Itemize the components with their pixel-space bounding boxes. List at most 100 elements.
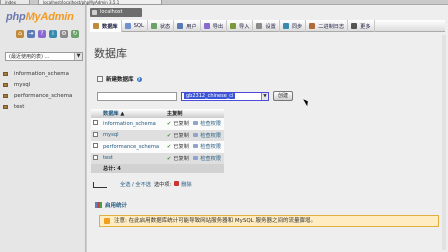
check-privileges-link[interactable]: 检查权限 <box>191 129 224 141</box>
sort-arrow-icon: ▲ <box>120 111 125 117</box>
logo-my: My <box>25 11 41 23</box>
delete-link[interactable]: 删除 <box>174 181 192 188</box>
tab-databases[interactable]: 数据库 <box>90 20 122 32</box>
status-icon <box>150 23 157 29</box>
select-all-link[interactable]: 全选 / 全不选 <box>120 181 151 188</box>
tab-binary-log[interactable]: 二进制日志 <box>306 20 349 32</box>
sql-icon <box>124 23 131 29</box>
database-name-link[interactable]: information_schema <box>101 118 165 130</box>
table-row: performance_schema ✔ 已复制 检查权限 <box>91 141 224 153</box>
bulk-actions: 全选 / 全不选 选中项: 删除 <box>93 181 192 188</box>
row-checkbox[interactable] <box>93 154 98 160</box>
privileges-icon <box>193 121 199 126</box>
tab-synchronize[interactable]: 同步 <box>280 20 307 32</box>
tab-more[interactable]: 更多 <box>348 20 375 32</box>
collation-value: gb2312_chinese_ci <box>184 92 236 99</box>
tab-label: 导出 <box>212 23 224 30</box>
recent-tables-select[interactable]: (最近使用的表) ... ▼ <box>5 52 83 61</box>
chevron-down-icon: ▼ <box>261 92 268 100</box>
create-database-form: gb2312_chinese_ci ▼ 创建 <box>97 91 294 101</box>
tab-label: 状态 <box>159 23 171 30</box>
new-database-icon <box>97 76 103 82</box>
replicated-cell: ✔ 已复制 <box>164 118 192 130</box>
database-name-link[interactable]: performance_schema <box>101 141 165 153</box>
privileges-icon <box>193 155 199 160</box>
row-checkbox[interactable] <box>93 120 98 126</box>
query-window-icon[interactable]: ? <box>38 30 46 38</box>
log-icon <box>309 23 316 29</box>
tab-import[interactable]: 导入 <box>227 20 254 32</box>
warning-icon <box>104 218 110 224</box>
row-checkbox-cell <box>91 129 101 141</box>
sidebar-db-item[interactable]: information_schema <box>3 68 72 79</box>
reload-icon[interactable]: ↻ <box>71 30 79 38</box>
collation-select[interactable]: gb2312_chinese_ci ▼ <box>181 91 269 101</box>
check-privileges-link[interactable]: 检查权限 <box>191 141 224 153</box>
check-icon: ✔ <box>166 132 172 139</box>
navigation-panel: phpMyAdmin ⌂ ⇥ ? i ⚙ ↻ (最近使用的表) ... ▼ in… <box>0 5 86 252</box>
check-icon: ✔ <box>166 155 172 162</box>
select-arrow-icon <box>93 181 107 188</box>
sidebar-db-item[interactable]: test <box>3 102 72 113</box>
statistics-icon <box>95 202 102 208</box>
logout-icon[interactable]: ⇥ <box>27 30 35 38</box>
database-name-link[interactable]: mysql <box>101 129 165 141</box>
tab-label: 用户 <box>186 23 197 30</box>
table-row: test ✔ 已复制 检查权限 <box>91 152 224 164</box>
create-button[interactable]: 创建 <box>273 91 294 101</box>
replicated-cell: ✔ 已复制 <box>164 141 192 153</box>
enable-statistics-link[interactable]: 启用统计 <box>95 201 127 209</box>
tab-export[interactable]: 导出 <box>201 20 228 32</box>
gear-icon <box>256 23 263 29</box>
row-checkbox-cell <box>91 152 101 164</box>
page-title: 数据库 <box>94 48 127 60</box>
docs-icon[interactable]: i <box>49 30 57 38</box>
total-count: 总计: 4 <box>101 164 224 173</box>
help-icon[interactable]: ? <box>136 76 142 82</box>
server-breadcrumb[interactable]: localhost <box>90 8 142 17</box>
tab-label: SQL <box>133 23 144 29</box>
logo-admin: Admin <box>40 11 74 23</box>
replicated-cell: ✔ 已复制 <box>164 129 192 141</box>
home-icon[interactable]: ⌂ <box>16 30 24 38</box>
vertical-scrollbar[interactable] <box>442 35 446 250</box>
create-database-label: 新建数据库 <box>106 77 134 83</box>
check-privileges-link[interactable]: 检查权限 <box>191 118 224 130</box>
database-name-input[interactable] <box>97 91 177 101</box>
table-row: information_schema ✔ 已复制 检查权限 <box>91 118 224 130</box>
delete-icon <box>174 181 180 186</box>
with-selected-label: 选中项: <box>153 182 172 188</box>
database-table: 数据库 ▲ 主复制 information_schema ✔ 已复制 检查权限 m… <box>91 109 224 173</box>
row-checkbox-cell <box>91 118 101 130</box>
replicated-label: 已复制 <box>173 144 189 151</box>
privileges-icon <box>193 144 199 149</box>
check-privileges-link[interactable]: 检查权限 <box>191 152 224 164</box>
row-checkbox[interactable] <box>93 143 98 149</box>
check-privileges-label: 检查权限 <box>200 121 221 128</box>
privileges-icon <box>193 132 199 137</box>
row-checkbox[interactable] <box>93 131 98 137</box>
tab-status[interactable]: 状态 <box>148 20 175 32</box>
phpmyadmin-logo[interactable]: phpMyAdmin <box>6 11 74 23</box>
check-icon: ✔ <box>166 121 172 128</box>
tab-users[interactable]: 用户 <box>174 20 201 32</box>
tab-sql[interactable]: SQL <box>122 20 148 32</box>
delete-label: 删除 <box>181 182 192 188</box>
replicated-label: 已复制 <box>173 132 189 139</box>
sort-database-link[interactable]: 数据库 <box>103 111 119 117</box>
sidebar-db-item[interactable]: performance_schema <box>3 90 72 101</box>
tab-settings[interactable]: 设置 <box>253 20 280 32</box>
sidebar-db-item[interactable]: mysql <box>3 79 72 90</box>
row-checkbox-cell <box>91 141 101 153</box>
database-name-link[interactable]: test <box>101 152 165 164</box>
tab-label: 数据库 <box>102 23 118 30</box>
users-icon <box>177 23 184 29</box>
enable-statistics-label: 启用统计 <box>105 203 128 209</box>
check-icon: ✔ <box>166 144 172 151</box>
server-name: localhost <box>100 9 123 15</box>
header-database[interactable]: 数据库 ▲ <box>101 109 165 118</box>
database-icon <box>3 105 8 110</box>
table-total-row: 总计: 4 <box>91 164 224 173</box>
settings-icon[interactable]: ⚙ <box>60 30 68 38</box>
create-database-heading: 新建数据库 ? <box>97 75 142 83</box>
